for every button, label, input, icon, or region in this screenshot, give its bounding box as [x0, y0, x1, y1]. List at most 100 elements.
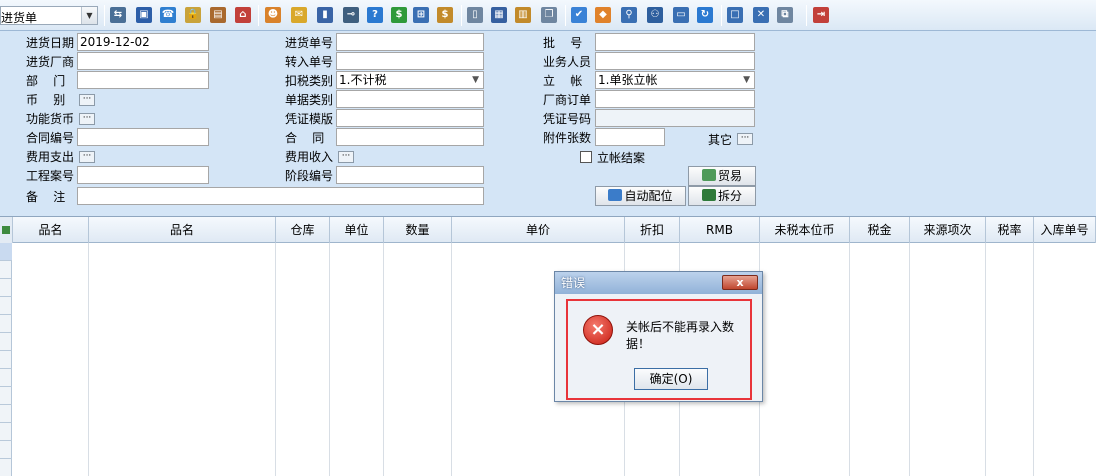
- doc-type-select[interactable]: 进货单 ▼: [0, 6, 98, 25]
- chevron-down-icon[interactable]: ▼: [743, 72, 750, 88]
- toolbar-separator: [104, 5, 105, 26]
- chevron-down-icon[interactable]: ▼: [81, 7, 97, 24]
- document-icon[interactable]: ▯: [467, 7, 483, 23]
- income-picker-button[interactable]: ···: [338, 151, 354, 163]
- stage-no-input[interactable]: [336, 166, 484, 184]
- monitor-icon[interactable]: ▣: [136, 7, 152, 23]
- archive-icon[interactable]: ▥: [515, 7, 531, 23]
- column-header[interactable]: 单位: [330, 217, 384, 243]
- bell-icon[interactable]: ◆: [595, 7, 611, 23]
- row-selector[interactable]: [0, 351, 12, 369]
- column-header[interactable]: 入库单号: [1034, 217, 1096, 243]
- row-selector[interactable]: [0, 279, 12, 297]
- row-selector[interactable]: [0, 369, 12, 387]
- briefcase-icon[interactable]: ▤: [210, 7, 226, 23]
- exit-icon[interactable]: ⇥: [813, 7, 829, 23]
- salesperson-input[interactable]: [595, 52, 755, 70]
- doc-type-value: 进货单: [1, 11, 38, 25]
- contract-input[interactable]: [336, 128, 484, 146]
- dept-input[interactable]: [77, 71, 209, 89]
- purchase-date-input[interactable]: 2019-12-02: [77, 33, 209, 51]
- row-selector[interactable]: [0, 459, 12, 476]
- lock-icon[interactable]: 🔒: [185, 7, 201, 23]
- copy-icon[interactable]: ❐: [541, 7, 557, 23]
- row-selector[interactable]: [0, 441, 12, 459]
- currency-picker-button[interactable]: ···: [79, 94, 95, 106]
- dollar-icon[interactable]: $: [391, 7, 407, 23]
- row-selector[interactable]: [0, 405, 12, 423]
- expense-picker-button[interactable]: ···: [79, 151, 95, 163]
- row-selector[interactable]: [0, 423, 12, 441]
- column-header[interactable]: 数量: [384, 217, 452, 243]
- vendor-order-input[interactable]: [595, 90, 755, 108]
- home-icon[interactable]: ⌂: [235, 7, 251, 23]
- other-picker-button[interactable]: ···: [737, 133, 753, 145]
- org-chart-icon[interactable]: ⚇: [647, 7, 663, 23]
- transfer-no-input[interactable]: [336, 52, 484, 70]
- purchase-date-value: 2019-12-02: [80, 35, 150, 49]
- column-header[interactable]: 税率: [986, 217, 1034, 243]
- column-header[interactable]: 来源项次: [910, 217, 986, 243]
- account-select[interactable]: 1.单张立帐 ▼: [595, 71, 755, 89]
- remark-input[interactable]: [77, 187, 484, 205]
- column-header[interactable]: 折扣: [625, 217, 680, 243]
- contract-no-input[interactable]: [77, 128, 209, 146]
- project-no-input[interactable]: [77, 166, 209, 184]
- dialog-body: × 关帐后不能再录入数据！ 确定(O): [555, 294, 762, 401]
- mail-icon[interactable]: ✉: [291, 7, 307, 23]
- project-no-label: 工程案号: [26, 169, 75, 183]
- voucher-no-label: 凭证号码: [543, 112, 592, 126]
- highlight-frame: × 关帐后不能再录入数据！ 确定(O): [566, 299, 752, 400]
- row-selector[interactable]: [0, 333, 12, 351]
- grid-corner-icon[interactable]: [0, 217, 13, 243]
- phone-icon[interactable]: ☎: [160, 7, 176, 23]
- calculator-icon[interactable]: ▦: [491, 7, 507, 23]
- auto-match-button[interactable]: 自动配位: [595, 186, 686, 206]
- doc-category-input[interactable]: [336, 90, 484, 108]
- tax-type-select[interactable]: 1.不计税 ▼: [336, 71, 484, 89]
- row-selector[interactable]: [0, 261, 12, 279]
- attachments-input[interactable]: [595, 128, 665, 146]
- key-icon[interactable]: ⊸: [343, 7, 359, 23]
- money-bag-icon[interactable]: $: [437, 7, 453, 23]
- ok-button[interactable]: 确定(O): [634, 368, 708, 390]
- screen-icon[interactable]: ▭: [673, 7, 689, 23]
- supplier-input[interactable]: [77, 52, 209, 70]
- column-header[interactable]: 品名: [89, 217, 276, 243]
- account-label: 立 帐: [543, 74, 583, 88]
- func-currency-picker-button[interactable]: ···: [79, 113, 95, 125]
- book-icon[interactable]: ▮: [317, 7, 333, 23]
- column-header[interactable]: 单价: [452, 217, 625, 243]
- search-doc-icon[interactable]: ⚲: [621, 7, 637, 23]
- batch-input[interactable]: [595, 33, 755, 51]
- column-header[interactable]: 品名: [13, 217, 89, 243]
- window-icon[interactable]: □: [727, 7, 743, 23]
- dialog-close-button[interactable]: x: [722, 275, 758, 290]
- trade-button[interactable]: 贸易: [688, 166, 756, 186]
- row-selector[interactable]: [0, 297, 12, 315]
- item-grid: 品名 品名 仓库 单位 数量 单价 折扣 RMB 未税本位币 税金 来源项次 税率 入库单号: [0, 216, 1096, 476]
- help-icon[interactable]: ?: [367, 7, 383, 23]
- split-button[interactable]: 拆分: [688, 186, 756, 206]
- row-selector[interactable]: [0, 243, 12, 261]
- voucher-no-input[interactable]: [595, 109, 755, 127]
- close-account-checkbox[interactable]: [580, 151, 592, 163]
- column-header[interactable]: 税金: [850, 217, 910, 243]
- column-header[interactable]: RMB: [680, 217, 760, 243]
- chevron-down-icon[interactable]: ▼: [472, 72, 479, 88]
- row-selector[interactable]: [0, 315, 12, 333]
- users-icon[interactable]: ☻: [265, 7, 281, 23]
- cart-icon[interactable]: ⊞: [413, 7, 429, 23]
- column-header[interactable]: 仓库: [276, 217, 330, 243]
- check-icon[interactable]: ✔: [571, 7, 587, 23]
- close-window-icon[interactable]: ✕: [753, 7, 769, 23]
- split-icon[interactable]: ⇆: [110, 7, 126, 23]
- purchase-no-input[interactable]: [336, 33, 484, 51]
- refresh-icon[interactable]: ↻: [697, 7, 713, 23]
- column-header[interactable]: 未税本位币: [760, 217, 850, 243]
- row-selector[interactable]: [0, 387, 12, 405]
- tile-icon[interactable]: ⧉: [777, 7, 793, 23]
- column-divider: [383, 243, 384, 476]
- attachments-label: 附件张数: [543, 131, 592, 145]
- voucher-template-input[interactable]: [336, 109, 484, 127]
